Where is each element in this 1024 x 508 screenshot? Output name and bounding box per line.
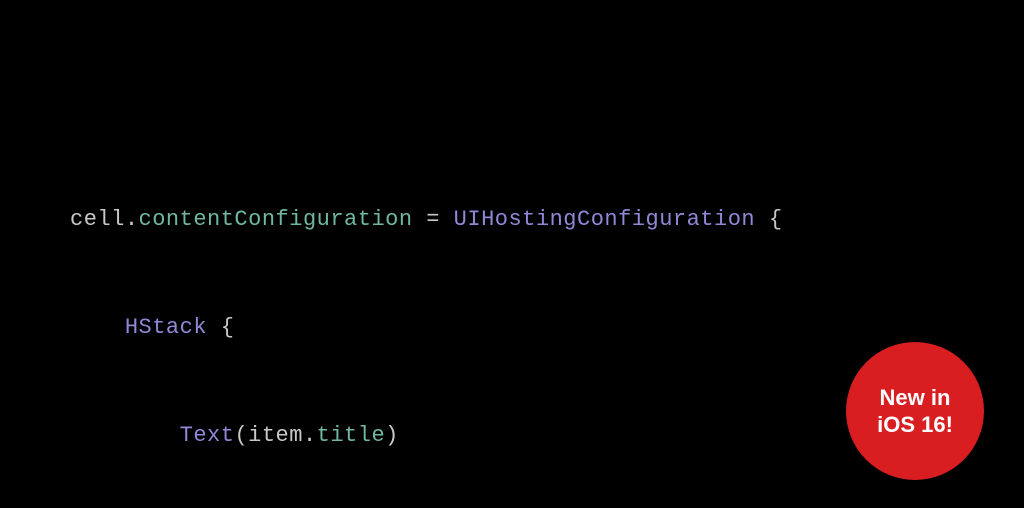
token-paren-open: (: [234, 423, 248, 448]
badge-line-2: iOS 16!: [877, 411, 953, 439]
token-brace-open: {: [207, 315, 234, 340]
token-brace-open: {: [755, 207, 782, 232]
code-line-3: Text(item.title): [70, 418, 783, 454]
token-object: item: [248, 423, 303, 448]
token-dot: .: [125, 207, 139, 232]
token-type: HStack: [125, 315, 207, 340]
code-line-2: HStack {: [70, 310, 783, 346]
token-type: UIHostingConfiguration: [454, 207, 755, 232]
token-paren-close: ): [385, 423, 399, 448]
token-assign: =: [413, 207, 454, 232]
token-object: cell: [70, 207, 125, 232]
token-type: Text: [180, 423, 235, 448]
badge-line-1: New in: [877, 384, 953, 412]
token-method: contentConfiguration: [139, 207, 413, 232]
token-property: title: [317, 423, 386, 448]
token-indent: [70, 315, 125, 340]
token-dot: .: [303, 423, 317, 448]
code-block: cell.contentConfiguration = UIHostingCon…: [70, 130, 783, 508]
token-indent: [70, 423, 180, 448]
code-line-1: cell.contentConfiguration = UIHostingCon…: [70, 202, 783, 238]
code-slide: cell.contentConfiguration = UIHostingCon…: [0, 0, 1024, 508]
new-in-badge: New in iOS 16!: [846, 342, 984, 480]
